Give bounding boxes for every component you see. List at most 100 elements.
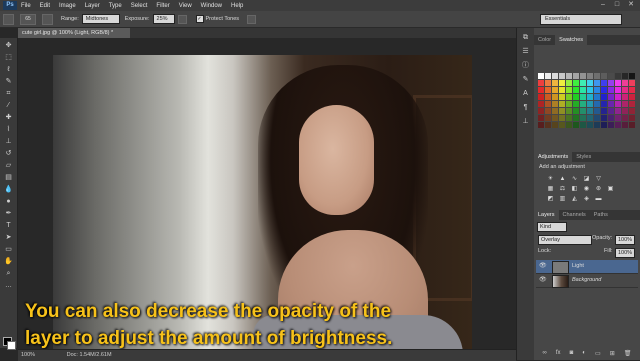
swatch[interactable] (587, 80, 593, 86)
photo-filter-icon[interactable]: ◉ (582, 185, 591, 193)
swatch[interactable] (573, 80, 579, 86)
brush-panel-icon[interactable] (42, 13, 53, 25)
swatch[interactable] (545, 108, 551, 114)
swatch[interactable] (601, 73, 607, 79)
swatch[interactable] (580, 73, 586, 79)
swatch[interactable] (538, 122, 544, 128)
swatch[interactable] (573, 73, 579, 79)
swatch[interactable] (545, 115, 551, 121)
swatch[interactable] (608, 80, 614, 86)
swatch[interactable] (580, 115, 586, 121)
exposure-icon[interactable]: ◪ (582, 175, 591, 183)
blend-mode-select[interactable]: Overlay (538, 235, 592, 245)
posterize-icon[interactable]: ▥ (558, 195, 567, 203)
swatch[interactable] (594, 87, 600, 93)
swatch[interactable] (608, 73, 614, 79)
swatch[interactable] (580, 94, 586, 100)
swatch[interactable] (601, 94, 607, 100)
menu-view[interactable]: View (179, 3, 192, 9)
opacity-input[interactable]: 100% (615, 235, 635, 245)
swatch[interactable] (629, 115, 635, 121)
crop-tool-icon[interactable]: ⌗ (4, 90, 13, 98)
swatch[interactable] (629, 101, 635, 107)
swatch[interactable] (538, 101, 544, 107)
swatch[interactable] (587, 122, 593, 128)
swatch[interactable] (552, 80, 558, 86)
swatch[interactable] (615, 101, 621, 107)
new-group-icon[interactable]: ▭ (595, 350, 601, 358)
swatch[interactable] (615, 73, 621, 79)
brush-preset-picker[interactable]: 65 (20, 13, 36, 25)
curves-icon[interactable]: ∿ (570, 175, 579, 183)
swatch[interactable] (545, 80, 551, 86)
channel-mixer-icon[interactable]: ⊛ (594, 185, 603, 193)
swatch[interactable] (587, 87, 593, 93)
blur-tool-icon[interactable]: 💧 (4, 186, 13, 194)
swatch[interactable] (622, 80, 628, 86)
zoom-level[interactable]: 100% (21, 352, 35, 358)
swatch[interactable] (552, 108, 558, 114)
protect-tones-checkbox[interactable]: ✓ (195, 15, 204, 23)
swatch[interactable] (552, 94, 558, 100)
swatch[interactable] (615, 122, 621, 128)
swatch[interactable] (545, 122, 551, 128)
swatch[interactable] (622, 101, 628, 107)
range-select[interactable]: Midtones (81, 14, 120, 24)
add-mask-icon[interactable]: ◙ (570, 350, 574, 358)
black-white-icon[interactable]: ◧ (570, 185, 579, 193)
new-adjustment-icon[interactable]: ◐ (582, 350, 586, 358)
marquee-tool-icon[interactable]: ⬚ (4, 54, 13, 62)
zoom-tool-icon[interactable]: ⌕ (4, 270, 13, 278)
swatch[interactable] (559, 115, 565, 121)
swatch[interactable] (552, 101, 558, 107)
swatch[interactable] (615, 87, 621, 93)
swatch[interactable] (608, 94, 614, 100)
healing-brush-tool-icon[interactable]: ✚ (4, 114, 13, 122)
hue-saturation-icon[interactable]: ▦ (546, 185, 555, 193)
layer-style-icon[interactable]: fx (556, 350, 561, 358)
swatch[interactable] (622, 115, 628, 121)
exposure-input[interactable]: 25% (152, 14, 175, 24)
swatch[interactable] (608, 108, 614, 114)
brush-tool-icon[interactable]: ⌇ (4, 126, 13, 134)
swatch[interactable] (601, 101, 607, 107)
swatch[interactable] (594, 80, 600, 86)
swatch[interactable] (594, 108, 600, 114)
swatch[interactable] (587, 108, 593, 114)
menu-filter[interactable]: Filter (156, 3, 169, 9)
swatch[interactable] (622, 94, 628, 100)
minimize-icon[interactable]: – (596, 0, 610, 10)
eraser-tool-icon[interactable]: ▱ (4, 162, 13, 170)
menu-edit[interactable]: Edit (40, 3, 50, 9)
visibility-eye-icon[interactable]: 👁 (539, 274, 548, 287)
swatch[interactable] (615, 115, 621, 121)
swatch[interactable] (601, 108, 607, 114)
move-tool-icon[interactable]: ✥ (4, 42, 13, 50)
layer-filter-kind[interactable]: Kind (537, 222, 567, 232)
swatch[interactable] (566, 122, 572, 128)
pen-tool-icon[interactable]: ✒ (4, 210, 13, 218)
swatch[interactable] (573, 101, 579, 107)
menu-help[interactable]: Help (231, 3, 243, 9)
swatch[interactable] (608, 122, 614, 128)
menu-window[interactable]: Window (201, 3, 222, 9)
character-panel-icon[interactable]: A (521, 90, 530, 98)
dodge-tool-icon[interactable] (3, 13, 14, 25)
tab-color[interactable]: Color (534, 35, 555, 45)
swatch[interactable] (594, 115, 600, 121)
swatch[interactable] (601, 115, 607, 121)
delete-layer-icon[interactable]: 🗑 (624, 350, 632, 358)
swatch[interactable] (629, 122, 635, 128)
swatch[interactable] (594, 94, 600, 100)
history-panel-icon[interactable]: ⧉ (521, 34, 530, 42)
swatch[interactable] (594, 122, 600, 128)
brush-panel-icon[interactable]: ✎ (521, 76, 530, 84)
swatch[interactable] (573, 115, 579, 121)
swatch[interactable] (545, 73, 551, 79)
swatch[interactable] (573, 122, 579, 128)
gradient-tool-icon[interactable]: ▤ (4, 174, 13, 182)
close-icon[interactable]: ✕ (624, 0, 638, 10)
swatch[interactable] (608, 115, 614, 121)
swatches-grid[interactable] (538, 73, 636, 133)
tab-styles[interactable]: Styles (572, 152, 595, 162)
